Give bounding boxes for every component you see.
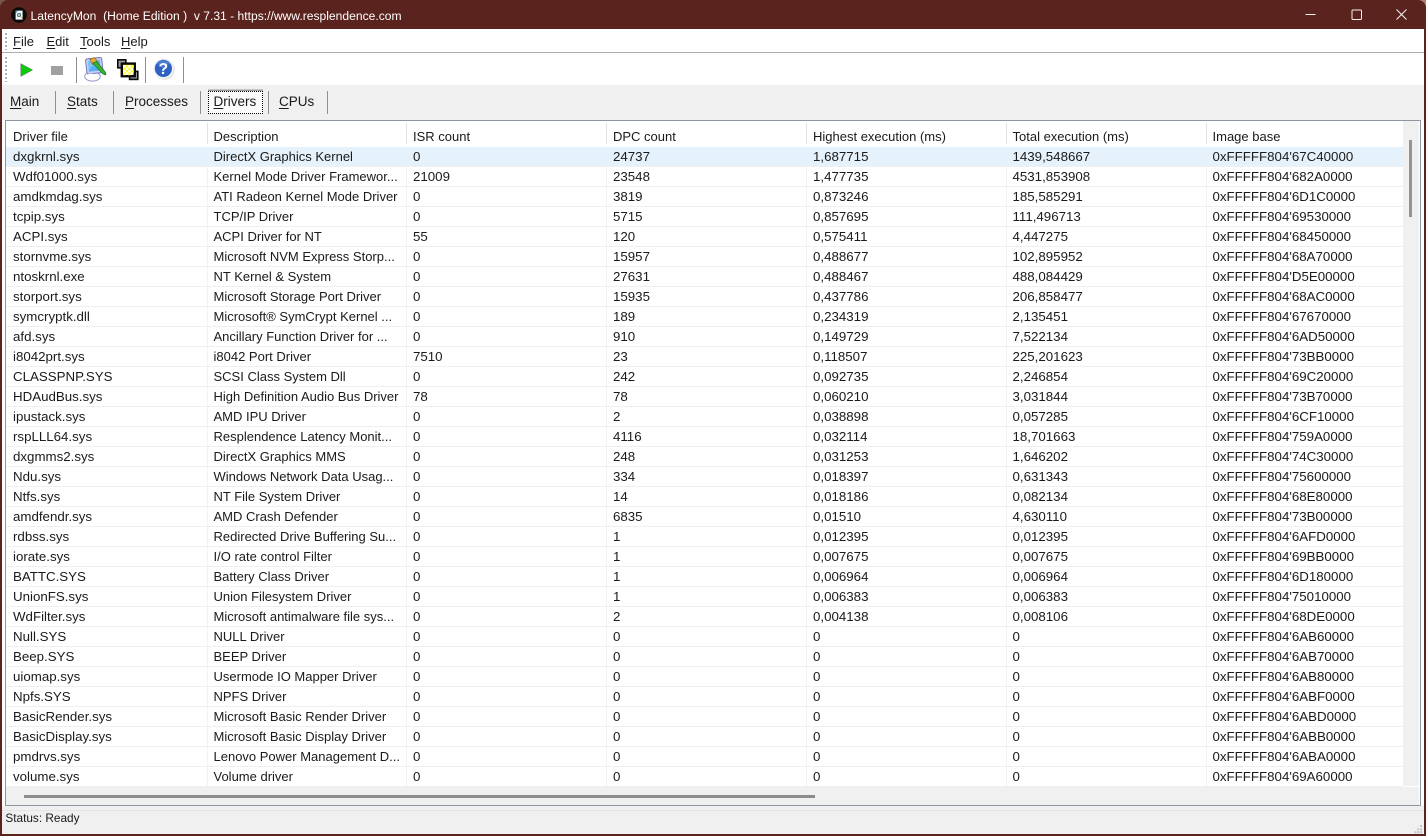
svg-text:?: ?	[159, 61, 168, 78]
